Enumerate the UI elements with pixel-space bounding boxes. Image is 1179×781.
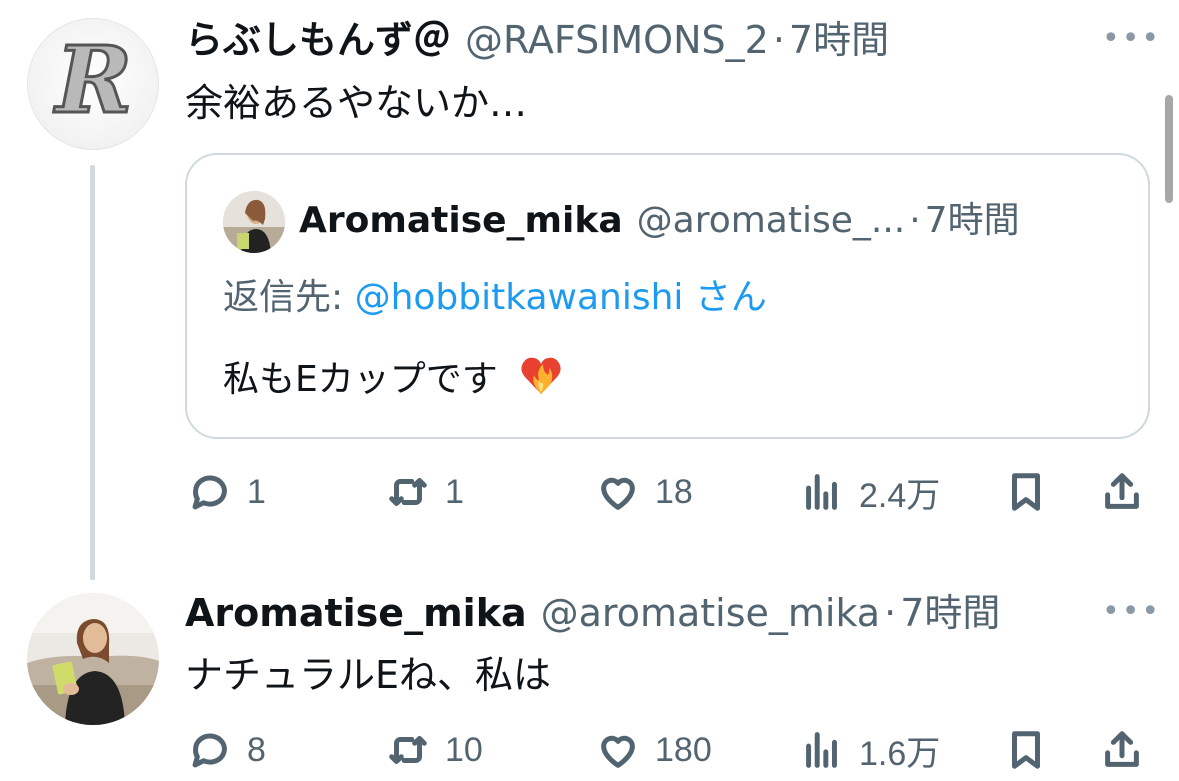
views-chart-icon (806, 474, 837, 510)
bookmark-button[interactable] (1003, 720, 1049, 780)
tweet1-actions: 1 1 18 2.4万 (185, 462, 1150, 522)
avatar-aromatise-mika[interactable] (27, 593, 159, 725)
bookmark-icon (1012, 731, 1040, 769)
quote-avatar[interactable] (223, 191, 285, 253)
like-count: 18 (655, 472, 693, 511)
display-name[interactable]: Aromatise_mika (185, 589, 527, 637)
share-button[interactable] (1099, 720, 1145, 780)
quote-text-row: 私もEカップです (223, 350, 565, 412)
quote-header: Aromatise_mika @aromatise_... · 7時間 (299, 197, 1020, 245)
reply-button[interactable]: 8 (187, 720, 266, 780)
share-icon (1105, 731, 1139, 767)
views-button[interactable]: 2.4万 (799, 462, 940, 522)
share-icon (1105, 473, 1139, 509)
timestamp[interactable]: 7時間 (900, 589, 1000, 637)
bookmark-icon (1012, 473, 1040, 511)
person-photo-icon (27, 593, 159, 725)
retweet-button[interactable]: 10 (385, 720, 483, 780)
quote-user-handle[interactable]: @aromatise_... (637, 197, 906, 245)
separator-dot: · (909, 200, 921, 241)
quoted-tweet-card[interactable]: Aromatise_mika @aromatise_... · 7時間 返信先:… (185, 153, 1150, 439)
retweet-count: 1 (445, 472, 464, 511)
like-button[interactable]: 180 (595, 720, 712, 780)
more-options-icon[interactable]: ••• (1102, 24, 1161, 54)
tweet-text: ナチュラルEね、私は (185, 653, 552, 697)
heart-icon (601, 477, 635, 510)
like-count: 180 (655, 730, 712, 769)
tweet-text: 余裕あるやないか… (185, 81, 528, 125)
scrollbar-thumb[interactable] (1165, 95, 1173, 203)
user-handle[interactable]: @aromatise_mika (541, 589, 880, 637)
reply-mention-link[interactable]: @hobbitkawanishi (355, 277, 684, 318)
reply-prefix: 返信先: (223, 277, 355, 318)
reply-button[interactable]: 1 (187, 462, 266, 522)
reply-icon (192, 475, 227, 510)
view-count: 1.6万 (859, 734, 941, 773)
heart-icon (601, 735, 635, 768)
view-count: 2.4万 (859, 476, 941, 515)
share-button[interactable] (1099, 462, 1145, 522)
person-photo-icon (223, 191, 285, 253)
reply-icon (192, 733, 227, 768)
heart-on-fire-icon (517, 350, 565, 412)
quote-timestamp[interactable]: 7時間 (925, 197, 1020, 245)
timestamp[interactable]: 7時間 (789, 16, 889, 64)
thread-connector (90, 165, 95, 580)
retweet-count: 10 (445, 730, 483, 769)
display-name[interactable]: らぶしもんず＠ (185, 16, 451, 64)
tweet2-actions: 8 10 180 1.6万 (185, 720, 1150, 780)
separator-dot: · (772, 18, 785, 62)
separator-dot: · (884, 591, 897, 635)
avatar-rafsimons[interactable]: R (27, 18, 159, 150)
avatar-letter: R (54, 25, 133, 136)
retweet-icon (389, 736, 427, 764)
user-handle[interactable]: @RAFSIMONS_2 (465, 16, 769, 64)
reply-suffix: さん (683, 277, 767, 318)
retweet-icon (389, 478, 427, 506)
reply-to-line: 返信先: @hobbitkawanishi さん (223, 275, 767, 321)
bookmark-button[interactable] (1003, 462, 1049, 522)
reply-count: 1 (247, 472, 266, 511)
retweet-button[interactable]: 1 (385, 462, 464, 522)
views-button[interactable]: 1.6万 (799, 720, 940, 780)
tweet2-header: Aromatise_mika @aromatise_mika · 7時間 (185, 589, 1000, 637)
tweet1-header: らぶしもんず＠ @RAFSIMONS_2 · 7時間 (185, 16, 889, 64)
like-button[interactable]: 18 (595, 462, 693, 522)
views-chart-icon (806, 732, 837, 768)
reply-count: 8 (247, 730, 266, 769)
more-options-icon[interactable]: ••• (1102, 597, 1161, 627)
quote-text: 私もEカップです (223, 359, 498, 400)
quote-display-name[interactable]: Aromatise_mika (299, 197, 623, 245)
